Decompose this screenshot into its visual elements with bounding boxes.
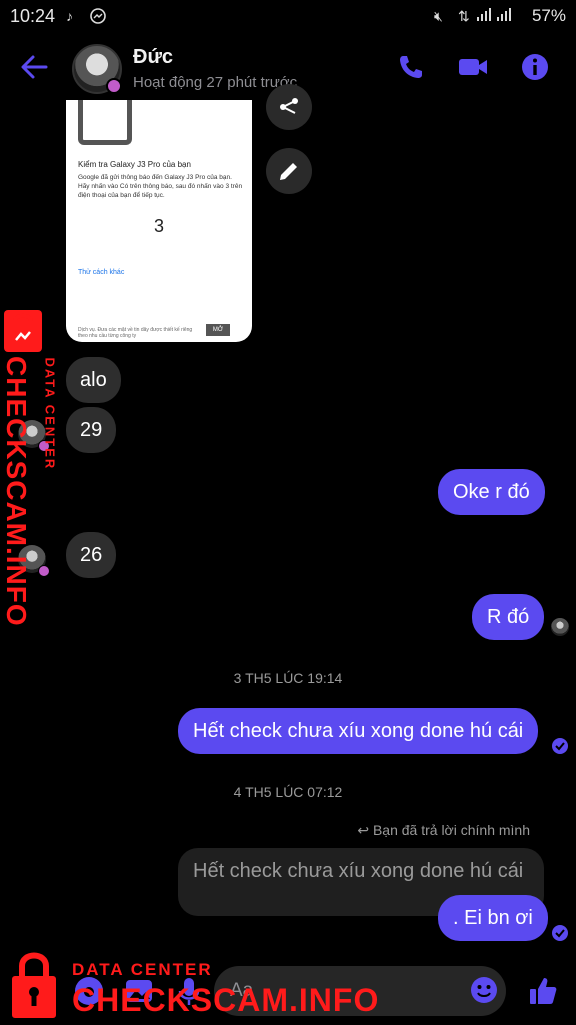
- mute-icon: 🔇︎: [434, 8, 443, 24]
- delivered-check-icon: [552, 738, 568, 754]
- watermark-subtitle: DATA CENTER: [72, 960, 213, 979]
- info-icon: [522, 54, 548, 80]
- watermark-lock-icon: [4, 310, 42, 352]
- edit-button[interactable]: [266, 148, 312, 194]
- data-icon: ⇅: [458, 8, 470, 24]
- watermark-title: CHECKSCAM.INFO: [1, 356, 32, 627]
- emoji-button[interactable]: [468, 974, 500, 1011]
- signal-icon-2: [496, 8, 512, 25]
- message-bubble-outgoing[interactable]: Hết check chưa xíu xong done hú cái: [178, 708, 539, 754]
- video-camera-icon: [459, 59, 487, 75]
- message-bubble-incoming[interactable]: 26: [66, 532, 117, 578]
- image-ad-button: MỞ: [206, 324, 230, 336]
- image-number: 3: [153, 216, 164, 236]
- back-arrow-icon: [21, 55, 48, 79]
- message-bubble-incoming[interactable]: alo: [66, 357, 121, 403]
- image-link: Thử cách khác: [78, 269, 125, 276]
- like-button[interactable]: [526, 974, 560, 1008]
- seen-avatar: [551, 618, 569, 636]
- messenger-icon: [90, 8, 106, 27]
- watermark-lock-icon: [10, 950, 58, 1020]
- active-badge: [106, 78, 122, 94]
- phone-illustration: [78, 100, 132, 145]
- battery-percent: 57%: [531, 6, 566, 25]
- back-button[interactable]: [18, 52, 52, 82]
- call-button[interactable]: [394, 50, 428, 84]
- reply-label-text: Bạn đã trả lời chính mình: [372, 822, 530, 838]
- image-body: Google đã gửi thông báo đến Galaxy J3 Pr…: [78, 174, 243, 199]
- message-bubble-outgoing[interactable]: . Ei bn ơi: [438, 895, 548, 941]
- timestamp: 3 TH5 LÚC 19:14: [233, 670, 343, 686]
- reply-arrow-icon: ↩: [357, 822, 373, 838]
- contact-name[interactable]: Đức: [133, 46, 173, 69]
- timestamp: 4 TH5 LÚC 07:12: [233, 784, 343, 800]
- active-badge: [38, 565, 50, 577]
- status-bar: 10:24 ♪ 🔇︎ ⇅ 57%: [0, 0, 576, 34]
- info-button[interactable]: [518, 50, 552, 84]
- emoji-icon: [471, 977, 497, 1003]
- image-ad-text: Dịch vụ. Đưa các mặt về tin dây được thi…: [78, 327, 193, 339]
- video-call-button[interactable]: [456, 50, 490, 84]
- reply-label: ↩ Bạn đã trả lời chính mình: [357, 822, 530, 839]
- signal-icon: [476, 8, 492, 25]
- phone-icon: [400, 56, 422, 78]
- watermark-title: CHECKSCAM.INFO: [72, 982, 380, 1018]
- message-bubble-outgoing[interactable]: R đó: [472, 594, 545, 640]
- share-icon: [280, 98, 298, 114]
- thumbs-up-icon: [530, 978, 557, 1004]
- watermark-subtitle: DATA CENTER: [42, 357, 58, 471]
- delivered-check-icon: [552, 925, 568, 941]
- message-bubble-outgoing[interactable]: Oke r đó: [438, 469, 545, 515]
- quoted-message-text: Hết check chưa xíu xong done hú cái: [193, 860, 524, 882]
- status-time: 10:24: [10, 6, 56, 26]
- image-title: Kiểm tra Galaxy J3 Pro của bạn: [78, 160, 191, 169]
- pencil-icon: [280, 163, 297, 180]
- message-bubble-incoming[interactable]: 29: [66, 407, 117, 453]
- shared-screenshot-image[interactable]: Kiểm tra Galaxy J3 Pro của bạn Google đã…: [66, 100, 252, 342]
- tiktok-icon: ♪: [66, 8, 73, 24]
- share-button[interactable]: [266, 84, 312, 130]
